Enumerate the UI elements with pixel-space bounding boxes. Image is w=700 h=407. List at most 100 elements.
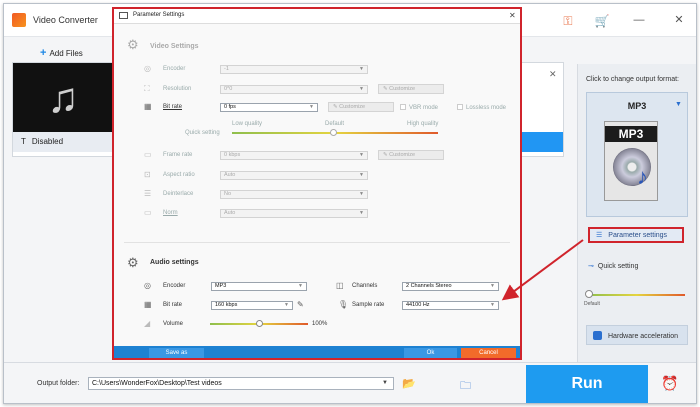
cancel-button[interactable]: Cancel [461,348,516,358]
key-icon[interactable]: ⚿ [560,13,576,29]
chip-icon [593,331,602,340]
audio-bitrate-select[interactable]: 160 kbps ▼ [211,301,293,310]
video-quality-slider-knob[interactable] [330,129,337,136]
quick-setting-label-video: Quick setting [185,130,220,136]
video-encoder-value: -1 [224,66,229,72]
quick-setting-label: ⊸ Quick setting [588,262,638,270]
checkbox-icon [400,104,406,110]
caret-icon: ▼ [359,172,364,178]
quick-setting-slider-knob[interactable] [585,290,593,298]
default-quality-label: Default [325,121,345,127]
video-encoder-label: Encoder [163,66,186,72]
dialog-close-icon[interactable]: ✕ [509,11,516,20]
audio-encoder-value: MP3 [215,283,227,289]
cart-icon[interactable]: 🛒 [594,13,610,29]
note-icon: ♪ [637,164,648,189]
slider-default-label: Default [584,301,600,307]
subtitle-icon: T [21,137,26,146]
low-quality-label: Low quality [232,121,263,127]
open-folder-icon[interactable]: 📂 [402,377,416,390]
resolution-select[interactable]: 0*0 ▼ [220,85,368,94]
channels-select[interactable]: 2 Channels Stereo ▼ [402,282,499,291]
parameter-settings-button[interactable]: ☰ Parameter settings [588,227,684,243]
volume-label: Volume [163,321,184,327]
deinterlace-select[interactable]: No ▼ [220,190,368,199]
customize-label: Customize [389,86,416,92]
sliders-icon: ☰ [596,232,603,239]
output-folder-dropdown-icon[interactable]: ▼ [382,380,388,386]
resolution-icon: ⛶ [144,84,150,93]
microphone-icon: 🎙 [338,300,349,309]
volume-value: 100% [312,321,328,327]
sample-rate-value: 44100 Hz [406,302,430,308]
frame-rate-label: Frame rate [163,152,193,158]
format-name: MP3 [627,101,647,111]
run-button[interactable]: Run [526,365,648,403]
caret-icon: ▼ [298,283,303,289]
resolution-value: 0*0 [224,86,233,92]
video-settings-icon: ⚙ [127,37,139,52]
mp3-icon-label: MP3 [605,126,657,142]
minimize-button[interactable]: — [628,11,650,29]
plus-icon: + [40,47,47,59]
close-window-button[interactable]: ✕ [668,11,690,29]
deinterlace-value: No [224,191,232,197]
subtitle-state: Disabled [31,137,64,146]
frame-rate-select[interactable]: 0 kbps ▼ [220,151,368,160]
caret-icon: ▼ [359,66,364,72]
volume-icon: ◢ [144,319,151,328]
encoder-icon: ◎ [144,64,151,73]
channels-value: 2 Channels Stereo [406,283,452,289]
norm-select[interactable]: Auto ▼ [220,209,368,218]
caret-icon: ▼ [284,302,289,308]
norm-icon: ▭ [144,208,152,217]
subtitle-toggle[interactable]: T Disabled [13,132,113,152]
audio-bitrate-icon: ▦ [144,300,152,309]
quick-setting-slider[interactable] [588,294,685,296]
quick-setting-icon: ⊸ [588,263,594,270]
video-bitrate-label: Bit rate [163,104,183,110]
lossless-mode-checkbox[interactable]: Lossless mode [457,104,506,111]
video-encoder-select[interactable]: -1 ▼ [220,65,368,74]
output-folder-field[interactable]: C:\Users\WonderFox\Desktop\Test videos [88,377,394,390]
mp3-format-icon: MP3 ♪ [604,121,658,201]
frame-rate-value: 0 kbps [224,152,241,158]
ok-button[interactable]: Ok [404,348,457,358]
audio-encoder-select[interactable]: MP3 ▼ [211,282,307,291]
add-files-button[interactable]: + Add Files [40,47,83,59]
sample-rate-select[interactable]: 44100 Hz ▼ [402,301,499,310]
resolution-customize-button[interactable]: ✎ Customize [378,84,444,94]
app-logo-icon [12,13,26,27]
save-as-button[interactable]: Save as [149,348,204,358]
volume-slider-knob[interactable] [255,320,263,327]
video-bitrate-select[interactable]: 0 fps ▼ [220,103,318,112]
dropdown-caret-icon: ▼ [675,101,682,108]
folder-settings-icon[interactable]: 🗀 [460,377,471,396]
change-format-label: Click to change output format: [586,76,679,83]
bottom-bar: Output folder: C:\Users\WonderFox\Deskto… [4,362,696,403]
settings-window-icon [119,12,128,19]
remove-file-icon[interactable]: ✕ [549,69,557,80]
sample-rate-label: Sample rate [352,302,385,308]
caret-icon: ▼ [359,86,364,92]
audio-encoder-icon: ◎ [144,281,151,290]
frame-rate-customize-button[interactable]: ✎ Customize [378,150,444,160]
parameter-settings-label: Parameter settings [608,232,668,239]
hardware-acceleration-label: Hardware acceleration [608,333,679,340]
audio-settings-icon: ⚙ [127,255,139,270]
dialog-title: Parameter Settings [133,12,185,18]
hardware-acceleration-button[interactable]: Hardware acceleration [586,325,688,345]
edit-bitrate-icon[interactable]: ✎ [297,300,304,309]
customize-label: Customize [339,104,366,110]
video-bitrate-value: 0 fps [224,104,236,110]
output-format-selector[interactable]: MP3 ▼ MP3 ♪ [586,92,688,217]
bitrate-customize-button[interactable]: ✎ Customize [328,102,394,112]
vbr-mode-checkbox[interactable]: VBR mode [400,104,438,111]
customize-label: Customize [389,152,416,158]
section-divider [124,242,510,243]
aspect-ratio-select[interactable]: Auto ▼ [220,171,368,180]
caret-icon: ▼ [359,210,364,216]
caret-icon: ▼ [490,283,495,289]
alarm-clock-icon[interactable]: ⏰ [661,375,678,392]
deinterlace-label: Deinterlace [163,191,194,197]
